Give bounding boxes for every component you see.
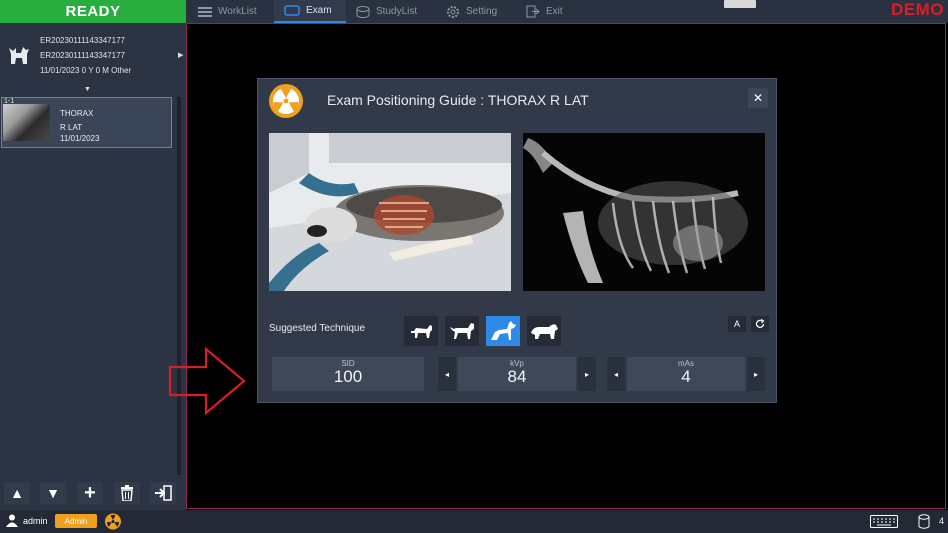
gear-icon (447, 5, 459, 18)
auto-label: A (733, 319, 740, 329)
sid-field[interactable]: SID 100 (272, 357, 424, 391)
keyboard-icon[interactable] (870, 515, 898, 528)
mas-value: 4 (681, 367, 691, 386)
mas-field[interactable]: mAs 4 (627, 357, 745, 391)
up-icon: ▲ (10, 485, 24, 501)
large-dog-icon (491, 321, 516, 340)
export-button[interactable] (150, 482, 176, 504)
study-view: R LAT (60, 123, 83, 132)
auto-technique-button[interactable]: A (728, 316, 746, 332)
increase-icon: ▸ (584, 369, 589, 379)
move-up-button[interactable]: ▲ (4, 482, 30, 504)
add-button[interactable]: + (77, 482, 103, 504)
tab-exam-label: Exam (306, 5, 332, 16)
demo-badge: DEMO (891, 0, 944, 19)
ready-status: READY (0, 0, 186, 23)
left-scrollbar[interactable] (177, 97, 181, 475)
keyboard-toggle-icon[interactable] (724, 0, 756, 8)
patient-id: ER20230111143347177 (40, 36, 125, 45)
delete-button[interactable] (114, 482, 140, 504)
tab-worklist[interactable]: WorkList (198, 0, 278, 23)
close-button[interactable]: ✕ (748, 88, 768, 108)
technique-giant-button[interactable] (527, 316, 561, 346)
reset-technique-button[interactable] (751, 316, 769, 332)
exit-icon (526, 5, 540, 18)
small-dog-icon (411, 325, 432, 338)
tab-setting-label: Setting (466, 6, 498, 17)
kvp-decrease-button[interactable]: ◂ (438, 357, 456, 391)
medium-dog-icon (450, 323, 474, 339)
collapse-down-icon[interactable]: ▼ (84, 86, 91, 93)
radiation-icon (269, 84, 303, 118)
kvp-increase-button[interactable]: ▸ (578, 357, 596, 391)
decrease-icon: ◂ (444, 369, 449, 379)
expand-right-icon[interactable]: ▶ (178, 51, 183, 59)
study-date: 11/01/2023 (60, 134, 100, 143)
suggested-technique-label: Suggested Technique (269, 323, 366, 334)
mas-increase-button[interactable]: ▸ (747, 357, 765, 391)
technique-small-button[interactable] (404, 316, 438, 346)
menu-icon (198, 6, 212, 17)
study-body-part: THORAX (60, 109, 94, 118)
patient-details: 11/01/2023 0 Y 0 M Other (40, 66, 132, 75)
tab-studylist[interactable]: StudyList (356, 0, 436, 23)
dialog-title: Exam Positioning Guide : THORAX R LAT (327, 92, 589, 108)
study-thumbnail (3, 104, 50, 141)
sid-value: 100 (333, 367, 363, 386)
kvp-value: 84 (507, 367, 527, 386)
storage-icon (918, 514, 930, 529)
reference-xray (523, 133, 765, 291)
username: admin (23, 516, 48, 526)
red-arrow-annotation (168, 347, 246, 415)
export-icon (155, 485, 172, 501)
increase-icon: ▸ (753, 369, 758, 379)
refresh-icon (755, 319, 765, 328)
decrease-icon: ◂ (613, 369, 618, 379)
role-badge: Admin (55, 514, 97, 528)
database-icon (356, 5, 370, 18)
exam-icon (284, 5, 300, 16)
user-icon (6, 514, 18, 527)
trash-icon (121, 485, 133, 501)
tab-exam[interactable]: Exam (274, 0, 346, 23)
cat-dog-species-icon (9, 47, 29, 64)
close-icon: ✕ (752, 91, 764, 105)
storage-text: 4 (939, 516, 945, 526)
top-navigation-bar: WorkList Exam StudyList Setting Exit (186, 0, 948, 23)
add-icon: + (84, 481, 96, 504)
move-down-button[interactable]: ▼ (40, 482, 66, 504)
giant-dog-icon (531, 324, 558, 339)
tab-worklist-label: WorkList (218, 6, 257, 17)
tab-exit-label: Exit (546, 6, 563, 17)
mas-decrease-button[interactable]: ◂ (607, 357, 625, 391)
patient-info[interactable]: ER20230111143347177 ER20230111143347177 … (0, 23, 186, 85)
patient-accession: ER20230111143347177 (40, 51, 125, 60)
status-bar (0, 510, 948, 533)
down-icon: ▼ (46, 485, 60, 501)
radiation-status-icon (105, 513, 121, 530)
tab-studylist-label: StudyList (376, 6, 418, 17)
technique-large-button[interactable] (486, 316, 520, 346)
positioning-photo (269, 133, 511, 291)
tab-exit[interactable]: Exit (526, 0, 576, 23)
tab-setting[interactable]: Setting (446, 0, 516, 23)
kvp-field[interactable]: kVp 84 (458, 357, 576, 391)
technique-medium-button[interactable] (445, 316, 479, 346)
